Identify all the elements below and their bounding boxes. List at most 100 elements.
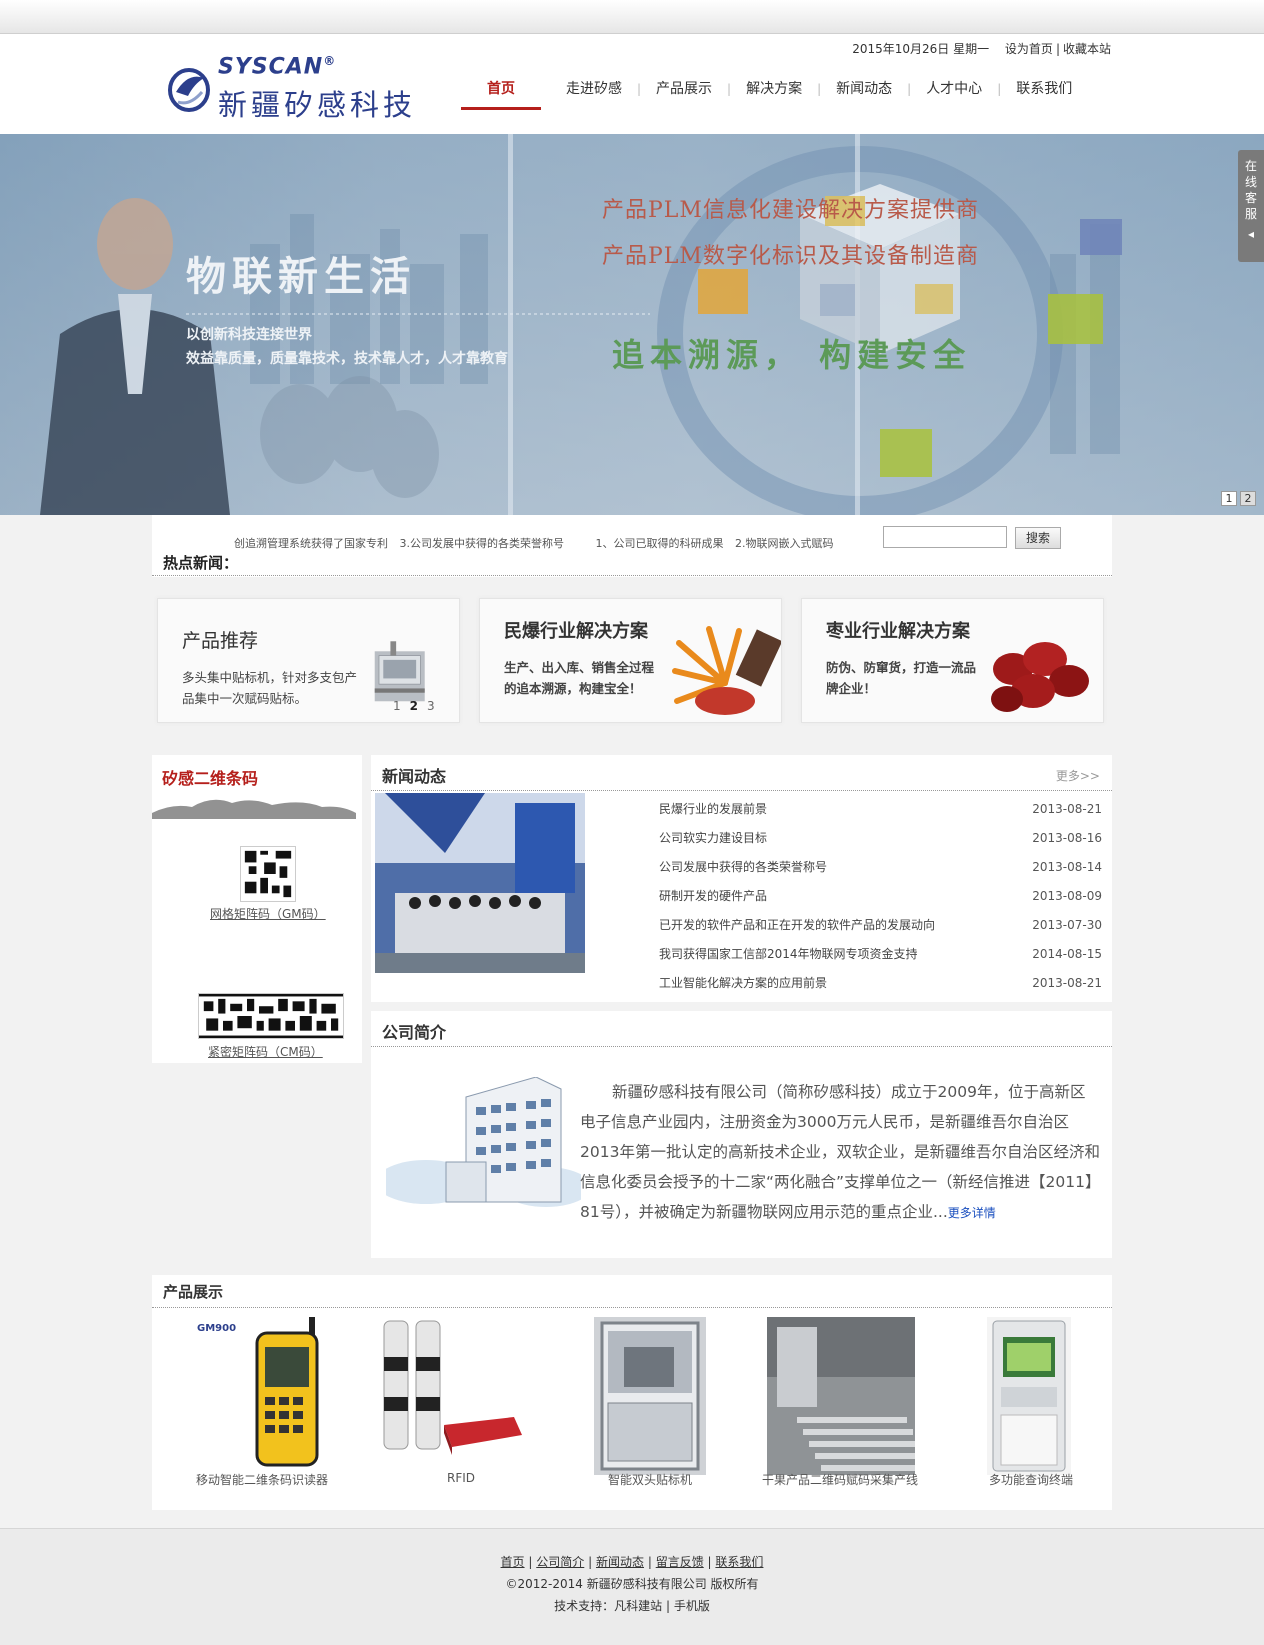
hot-news-item[interactable]: 1、公司已取得的科研成果 <box>596 537 724 550</box>
main-nav: 首页 走进矽感 | 产品展示 | 解决方案 | 新闻动态 | 人才中心 | 联系… <box>461 74 1087 110</box>
search-input[interactable] <box>883 526 1007 548</box>
news-item[interactable]: 研制开发的硬件产品 2013-08-09 <box>659 886 1102 915</box>
product-name[interactable]: 移动智能二维条码识读器 <box>196 1471 328 1488</box>
footer-link-feedback[interactable]: 留言反馈 <box>656 1555 704 1569</box>
search-button[interactable]: 搜索 <box>1015 527 1061 549</box>
online-service-tab[interactable]: 在线客服 ◂ <box>1238 150 1264 262</box>
banner-slogan-big: 物联新生活 <box>186 253 416 300</box>
tech-support-label: 技术支持： <box>554 1599 615 1613</box>
company-intro-panel: 公司简介 新疆矽感科技有限公司（简称矽感科技）成立于2009年，位于高新区电子信… <box>371 1011 1112 1258</box>
nav-contact[interactable]: 联系我们 <box>1001 74 1087 110</box>
add-favorite-link[interactable]: 收藏本站 <box>1063 42 1111 56</box>
query-terminal-image <box>987 1317 1071 1475</box>
news-item[interactable]: 民爆行业的发展前景 2013-08-21 <box>659 799 1102 828</box>
service-tab-label: 在线客服 <box>1244 159 1257 221</box>
products-title: 产品展示 <box>163 1283 224 1301</box>
footer-link-home[interactable]: 首页 <box>501 1555 525 1569</box>
nav-solutions[interactable]: 解决方案 <box>731 74 817 110</box>
separator: | <box>1055 42 1060 56</box>
hot-news-bar: 创追溯管理系统获得了国家专利 3.公司发展中获得的各类荣誉称号 1、公司已取得的… <box>152 515 1112 577</box>
ink-mountain-image <box>152 799 356 819</box>
news-item-date: 2013-08-14 <box>1032 860 1102 874</box>
product-card[interactable] <box>374 1317 524 1460</box>
feature-dot[interactable]: 1 <box>393 699 401 713</box>
news-item-title[interactable]: 公司软实力建设目标 <box>659 828 767 857</box>
feature-dot[interactable]: 3 <box>427 699 435 713</box>
news-item[interactable]: 公司软实力建设目标 2013-08-16 <box>659 828 1102 857</box>
product-name[interactable]: 干果产品二维码赋码采集产线 <box>762 1471 918 1488</box>
banner-page-2[interactable]: 2 <box>1240 491 1256 506</box>
feature-dot-active[interactable]: 2 <box>410 699 418 713</box>
hot-news-item[interactable]: 2.物联网嵌入式赋码 <box>735 537 834 550</box>
news-more-link[interactable]: 更多>> <box>1056 767 1100 784</box>
mobile-version-link[interactable]: 手机版 <box>674 1599 710 1613</box>
product-tag: GM900 <box>197 1323 236 1334</box>
product-name[interactable]: 多功能查询终端 <box>989 1471 1073 1488</box>
feature-card-products[interactable]: 产品推荐 多头集中贴标机，针对多支包产品集中一次赋码贴标。 123 <box>157 598 460 723</box>
banner-right-line3: 追本溯源， 构建安全 <box>612 336 972 374</box>
brand-en: SYSCAN® <box>218 54 337 80</box>
feature-card-jujube[interactable]: 枣业行业解决方案 防伪、防窜货，打造一流品牌企业！ <box>801 598 1104 723</box>
cm-code-image[interactable] <box>198 993 344 1039</box>
news-item-title[interactable]: 工业智能化解决方案的应用前景 <box>659 973 827 1002</box>
product-card[interactable]: GM900 <box>197 1317 337 1472</box>
company-building-image <box>386 1077 581 1207</box>
news-item[interactable]: 我司获得国家工信部2014年物联网专项资金支持 2014-08-15 <box>659 944 1102 973</box>
hero-banner[interactable]: 物联新生活 以创新科技连接世界 效益靠质量，质量靠技术，技术靠人才，人才靠教育 … <box>0 134 1264 515</box>
nav-news[interactable]: 新闻动态 <box>821 74 907 110</box>
news-item-title[interactable]: 民爆行业的发展前景 <box>659 799 767 828</box>
news-item-date: 2013-08-21 <box>1032 976 1102 990</box>
gm-code-image[interactable] <box>240 846 296 902</box>
news-item-date: 2014-08-15 <box>1032 947 1102 961</box>
product-name[interactable]: RFID <box>447 1471 475 1485</box>
product-card[interactable] <box>987 1317 1071 1478</box>
barcode-panel: 矽感二维条码 网格矩阵码（GM码） 紧密矩阵码（CM码） <box>152 755 362 1063</box>
gm-code-caption[interactable]: 网格矩阵码（GM码） <box>210 905 326 922</box>
news-item[interactable]: 已开发的软件产品和正在开发的软件产品的发展动向 2013-07-30 <box>659 915 1102 944</box>
news-item-title[interactable]: 已开发的软件产品和正在开发的软件产品的发展动向 <box>659 915 935 944</box>
footer-link-about[interactable]: 公司简介 <box>536 1555 584 1569</box>
news-item-date: 2013-08-21 <box>1032 802 1102 816</box>
separator: | <box>665 1599 671 1613</box>
top-links: 2015年10月26日 星期一 设为首页 | 收藏本站 <box>846 40 1111 57</box>
hot-news-item[interactable]: 3.公司发展中获得的各类荣誉称号 <box>400 537 565 550</box>
divider <box>152 575 1112 576</box>
rfid-gate-image <box>383 1320 522 1455</box>
footer-link-news[interactable]: 新闻动态 <box>596 1555 644 1569</box>
tech-support-link[interactable]: 凡科建站 <box>614 1599 662 1613</box>
banner-page-1[interactable]: 1 <box>1221 491 1237 506</box>
footer: 首页 | 公司简介 | 新闻动态 | 留言反馈 | 联系我们 ©2012-201… <box>0 1528 1264 1645</box>
product-card[interactable] <box>767 1317 915 1478</box>
barcode-panel-title: 矽感二维条码 <box>162 769 259 788</box>
nav-about[interactable]: 走进矽感 <box>551 74 637 110</box>
news-item-title[interactable]: 公司发展中获得的各类荣誉称号 <box>659 857 827 886</box>
site-logo[interactable]: SYSCAN® 新疆矽感科技 <box>168 54 428 124</box>
production-line-image <box>767 1317 915 1475</box>
feature-card-explosives[interactable]: 民爆行业解决方案 生产、出入库、销售全过程的追本溯源，构建宝全！ <box>479 598 782 723</box>
feature-title: 民爆行业解决方案 <box>504 621 648 642</box>
banner-slogan-line1: 以创新科技连接世界 <box>186 327 312 343</box>
news-item-title[interactable]: 我司获得国家工信部2014年物联网专项资金支持 <box>659 944 918 973</box>
products-panel: 产品展示 GM900 移动智能二维条码识读器 RFID 智能双头贴标机 干果产品… <box>152 1275 1112 1510</box>
nav-products[interactable]: 产品展示 <box>641 74 727 110</box>
footer-link-contact[interactable]: 联系我们 <box>715 1555 763 1569</box>
product-card[interactable] <box>594 1317 706 1478</box>
footer-links: 首页 | 公司简介 | 新闻动态 | 留言反馈 | 联系我们 <box>0 1553 1264 1570</box>
product-name[interactable]: 智能双头贴标机 <box>608 1471 692 1488</box>
news-item-title[interactable]: 研制开发的硬件产品 <box>659 886 767 915</box>
feature-desc: 多头集中贴标机，针对多支包产品集中一次赋码贴标。 <box>182 670 358 706</box>
news-item[interactable]: 公司发展中获得的各类荣誉称号 2013-08-14 <box>659 857 1102 886</box>
handheld-scanner-image: GM900 <box>197 1317 319 1467</box>
header: SYSCAN® 新疆矽感科技 2015年10月26日 星期一 设为首页 | 收藏本站… <box>0 34 1264 134</box>
set-home-link[interactable]: 设为首页 <box>1005 42 1053 56</box>
news-item[interactable]: 工业智能化解决方案的应用前景 2013-08-21 <box>659 973 1102 1002</box>
exhibition-photo[interactable] <box>375 793 585 973</box>
hot-news-marquee: 创追溯管理系统获得了国家专利 3.公司发展中获得的各类荣誉称号 1、公司已取得的… <box>234 535 862 551</box>
divider <box>371 1046 1112 1047</box>
banner-right-line1: 产品PLM信息化建设解决方案提供商 <box>602 198 979 223</box>
cm-code-caption[interactable]: 紧密矩阵码（CM码） <box>208 1043 323 1060</box>
nav-home[interactable]: 首页 <box>461 74 541 110</box>
nav-careers[interactable]: 人才中心 <box>911 74 997 110</box>
intro-more-link[interactable]: 更多详情 <box>948 1206 996 1220</box>
hot-news-item[interactable]: 创追溯管理系统获得了国家专利 <box>234 537 388 550</box>
